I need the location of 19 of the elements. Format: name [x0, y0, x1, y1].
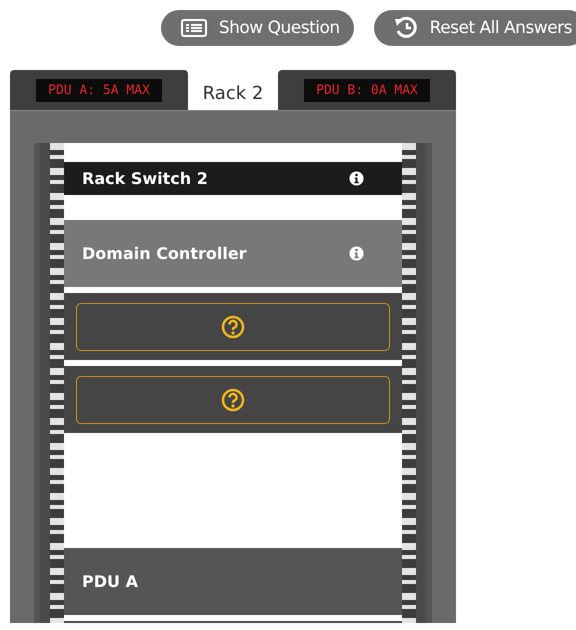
reset-button[interactable]: Reset All Answers: [374, 10, 576, 46]
answer-drop-zone[interactable]: [76, 376, 390, 424]
rack-device[interactable]: Rack Switch 2: [64, 162, 402, 195]
pdu-tab[interactable]: PDU A: 5A MAX: [10, 70, 188, 110]
show-question-button[interactable]: Show Question: [160, 10, 354, 46]
rack-device[interactable]: PDU A: [64, 548, 402, 615]
rack-device[interactable]: Domain Controller: [64, 220, 402, 287]
list-icon: [180, 19, 207, 37]
reset-icon: [394, 17, 418, 39]
pdu-tab[interactable]: PDU B: 0A MAX: [278, 70, 456, 110]
question-icon: [221, 388, 245, 412]
device-name: Domain Controller: [82, 244, 247, 263]
info-icon[interactable]: [349, 171, 364, 186]
question-icon: [221, 314, 245, 338]
answer-drop-zone[interactable]: [76, 302, 390, 350]
device-name: Rack Switch 2: [82, 169, 208, 188]
pdu-readout: PDU A: 5A MAX: [36, 78, 162, 102]
pdu-readout: PDU B: 0A MAX: [304, 78, 430, 102]
device-name: PDU A: [82, 572, 138, 591]
